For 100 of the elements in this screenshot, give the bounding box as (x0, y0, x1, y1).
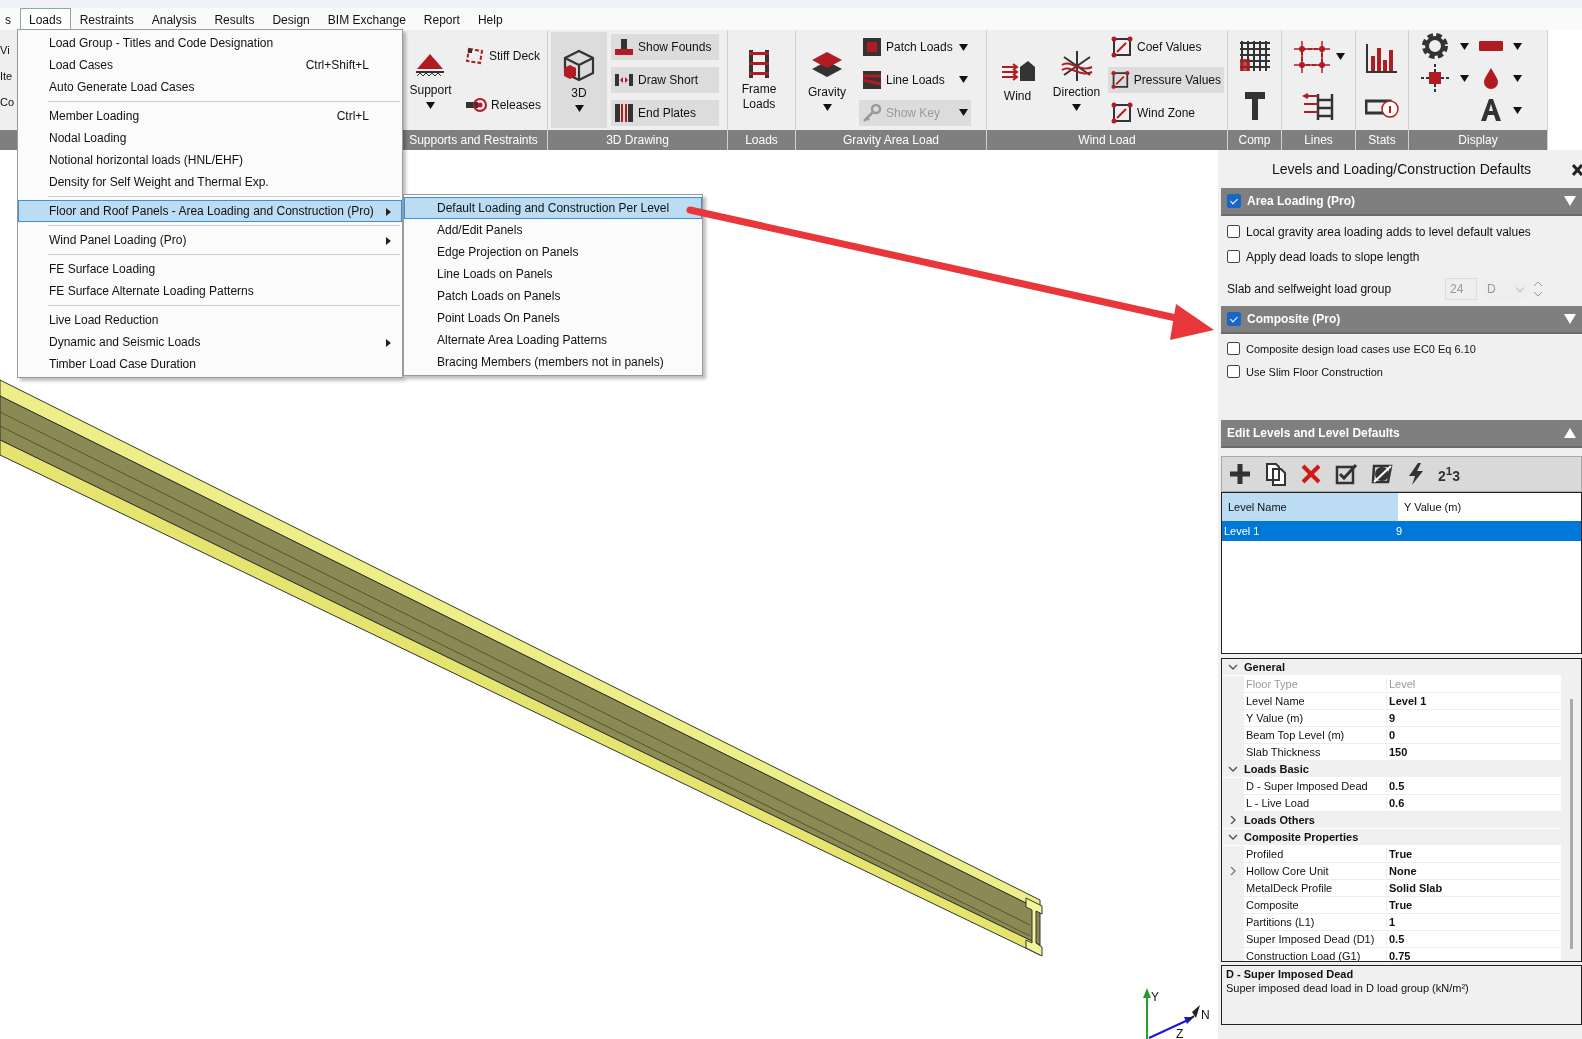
menu-bar-item[interactable]: Loads (20, 8, 71, 30)
grid-icon[interactable] (1237, 38, 1272, 73)
support-button[interactable]: Support (403, 32, 458, 128)
property-row[interactable]: D - Super Imposed Dead 0.5 (1222, 778, 1561, 795)
3d-view-button[interactable]: 3D (551, 32, 607, 128)
menu-bar-item[interactable]: s (0, 8, 20, 30)
direction-button[interactable]: Direction (1049, 32, 1104, 128)
triangle-icon[interactable] (1564, 428, 1576, 438)
t-section-icon[interactable] (1242, 89, 1267, 122)
checkbox[interactable] (1227, 342, 1240, 355)
bar-chart-icon[interactable] (1365, 41, 1399, 74)
property-value[interactable]: 1 (1387, 916, 1396, 928)
property-value[interactable]: 0.75 (1387, 950, 1411, 961)
property-value[interactable]: True (1387, 848, 1413, 860)
wind-button[interactable]: Wind (990, 32, 1045, 128)
coef-values-button[interactable]: Coef Values (1108, 34, 1224, 61)
checkbox[interactable] (1227, 194, 1241, 208)
menu-bar-item[interactable]: Design (263, 8, 319, 30)
section-header[interactable]: Edit Levels and Level Defaults (1221, 420, 1582, 448)
menu-item[interactable]: Wind Panel Loading (Pro) (18, 229, 402, 251)
property-row[interactable]: Composite True (1222, 897, 1561, 914)
property-value[interactable]: 0.6 (1387, 797, 1405, 809)
font-icon[interactable] (1480, 98, 1502, 122)
menu-bar-item[interactable]: Results (205, 8, 264, 30)
property-row[interactable]: Partitions (L1) 1 (1222, 914, 1561, 931)
menu-item[interactable]: Bracing Members (members not in panels) (404, 351, 702, 373)
menu-bar-item[interactable]: BIM Exchange (318, 8, 415, 30)
lightning-icon[interactable] (1406, 462, 1426, 486)
menu-bar-item[interactable]: Report (414, 8, 469, 30)
menu-bar-item[interactable]: Restraints (70, 8, 143, 30)
line-loads-button[interactable]: Line Loads (859, 67, 971, 93)
renumber-button[interactable]: 2$^{1}$3 (1438, 464, 1461, 484)
add-icon[interactable] (1228, 462, 1252, 486)
menu-item[interactable]: Default Loading and Construction Per Level (404, 197, 702, 219)
checkbox[interactable] (1227, 365, 1240, 378)
menu-item[interactable]: Nodal Loading (18, 127, 402, 149)
settings-icon[interactable] (1420, 31, 1450, 61)
menu-item[interactable]: Patch Loads on Panels (404, 285, 702, 307)
node-cross-icon[interactable] (1420, 63, 1450, 93)
menu-item[interactable]: Notional horizontal loads (HNL/EHF) (18, 149, 402, 171)
frame-loads-button[interactable]: Frame Loads (731, 32, 787, 128)
close-icon[interactable] (1572, 164, 1582, 176)
wind-zone-button[interactable]: Wind Zone (1108, 99, 1224, 126)
checkbox[interactable] (1227, 225, 1240, 238)
slashed-circle-icon[interactable] (1370, 462, 1394, 486)
property-value[interactable]: True (1387, 899, 1413, 911)
gravity-button[interactable]: Gravity (799, 32, 855, 128)
menu-item[interactable]: Alternate Area Loading Patterns (404, 329, 702, 351)
section-header[interactable]: Area Loading (Pro) (1221, 188, 1582, 216)
section-header[interactable]: Composite (Pro) (1221, 306, 1582, 334)
drop-icon[interactable] (1483, 67, 1499, 89)
delete-icon[interactable] (1300, 463, 1322, 485)
menu-item[interactable]: Timber Load Case Duration (18, 353, 402, 375)
property-value[interactable]: Level 1 (1387, 695, 1427, 707)
menu-item[interactable]: Edge Projection on Panels (404, 241, 702, 263)
menu-item[interactable]: FE Surface Alternate Loading Patterns (18, 280, 402, 302)
menu-item[interactable]: Dynamic and Seismic Loads (18, 331, 402, 353)
pressure-values-button[interactable]: Pressure Values (1108, 67, 1224, 93)
scrollbar-thumb[interactable] (1569, 699, 1573, 949)
menu-item[interactable]: Member Loading Ctrl+L (18, 105, 402, 127)
menu-item[interactable]: Load Group - Titles and Code Designation (18, 32, 402, 54)
table-row[interactable]: Level 1 9 (1222, 521, 1581, 541)
menu-item[interactable]: Point Loads On Panels (404, 307, 702, 329)
patch-loads-button[interactable]: Patch Loads (859, 34, 971, 61)
property-value[interactable]: 0 (1387, 729, 1396, 741)
node-grid-icon[interactable] (1292, 38, 1332, 75)
show-founds-button[interactable]: Show Founds (611, 34, 719, 61)
property-row[interactable]: Super Imposed Dead (D1) 0.5 (1222, 931, 1561, 948)
end-plates-button[interactable]: End Plates (611, 99, 719, 126)
property-value[interactable]: 0.5 (1387, 933, 1405, 945)
copy-icon[interactable] (1264, 462, 1288, 486)
checkbox[interactable] (1227, 312, 1241, 326)
property-row[interactable]: Level Name Level 1 (1222, 693, 1561, 710)
menu-item[interactable]: Live Load Reduction (18, 309, 402, 331)
property-value[interactable]: Solid Slab (1387, 882, 1443, 894)
property-row[interactable]: Beam Top Level (m) 0 (1222, 727, 1561, 744)
triangle-icon[interactable] (1564, 314, 1576, 324)
menu-item[interactable]: Density for Self Weight and Thermal Exp. (18, 171, 402, 193)
menu-item[interactable]: Add/Edit Panels (404, 219, 702, 241)
property-value[interactable]: 150 (1387, 746, 1408, 758)
scrollbar-track[interactable] (1561, 659, 1581, 961)
draw-short-button[interactable]: Draw Short (611, 67, 719, 93)
chevron-icon[interactable] (1229, 866, 1237, 876)
property-row[interactable]: Profiled True (1222, 846, 1561, 863)
menu-item[interactable]: Floor and Roof Panels - Area Loading and Construction (Pro) (18, 200, 402, 222)
releases-button[interactable]: Releases (461, 91, 544, 118)
menu-bar-item[interactable]: Help (468, 8, 512, 30)
menu-item[interactable]: Load Cases Ctrl+Shift+L (18, 54, 402, 76)
property-value[interactable]: 0.5 (1387, 780, 1405, 792)
menu-bar-item[interactable]: Analysis (142, 8, 206, 30)
menu-item[interactable]: FE Surface Loading (18, 258, 402, 280)
column-header[interactable]: Y Value (m) (1398, 493, 1574, 521)
column-header[interactable]: Level Name (1222, 493, 1398, 521)
stiff-deck-button[interactable]: Stiff Deck (461, 42, 544, 69)
menu-item[interactable]: Auto Generate Load Cases (18, 76, 402, 98)
property-row[interactable]: Hollow Core Unit None (1222, 863, 1561, 880)
checkbox[interactable] (1227, 250, 1240, 263)
frame-load-lines-icon[interactable] (1301, 91, 1336, 122)
property-row[interactable]: MetalDeck Profile Solid Slab (1222, 880, 1561, 897)
property-value[interactable]: 9 (1387, 712, 1396, 724)
